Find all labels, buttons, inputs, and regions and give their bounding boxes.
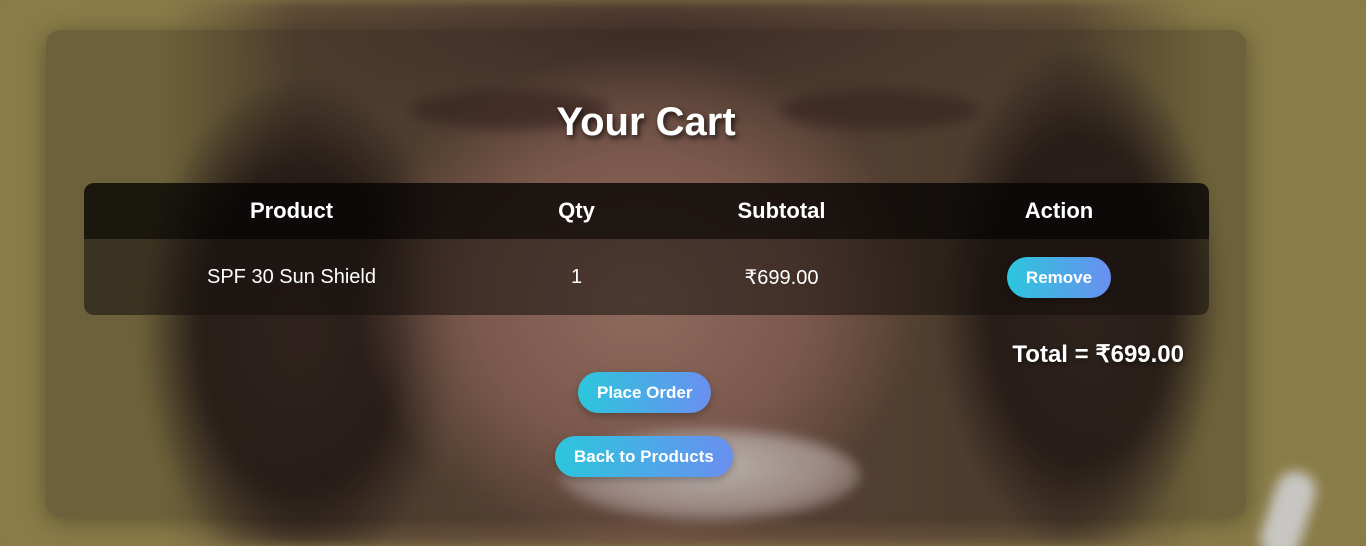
background-detail <box>1255 466 1321 546</box>
column-header-subtotal: Subtotal <box>737 198 826 223</box>
back-to-products-button[interactable]: Back to Products <box>555 436 733 477</box>
action-cell: Remove <box>909 256 1209 298</box>
remove-button[interactable]: Remove <box>1006 256 1112 298</box>
product-qty: 1 <box>570 265 583 288</box>
place-order-button[interactable]: Place Order <box>578 372 712 413</box>
page-title: Your Cart <box>556 100 736 144</box>
cart-panel: Your Cart Product Qty Subtotal Action SP… <box>46 30 1246 517</box>
product-subtotal: ₹699.00 <box>744 266 819 289</box>
column-header-product: Product <box>249 198 334 223</box>
cart-total: Total = ₹699.00 <box>1012 341 1184 368</box>
product-name: SPF 30 Sun Shield <box>207 265 376 288</box>
column-header-action: Action <box>1024 198 1094 223</box>
column-header-qty: Qty <box>558 198 595 223</box>
table-header-row: Product Qty Subtotal Action <box>84 183 1209 239</box>
table-row: SPF 30 Sun Shield 1 ₹699.00 Remove <box>84 239 1209 315</box>
cart-table: Product Qty Subtotal Action SPF 30 Sun S… <box>84 183 1209 315</box>
